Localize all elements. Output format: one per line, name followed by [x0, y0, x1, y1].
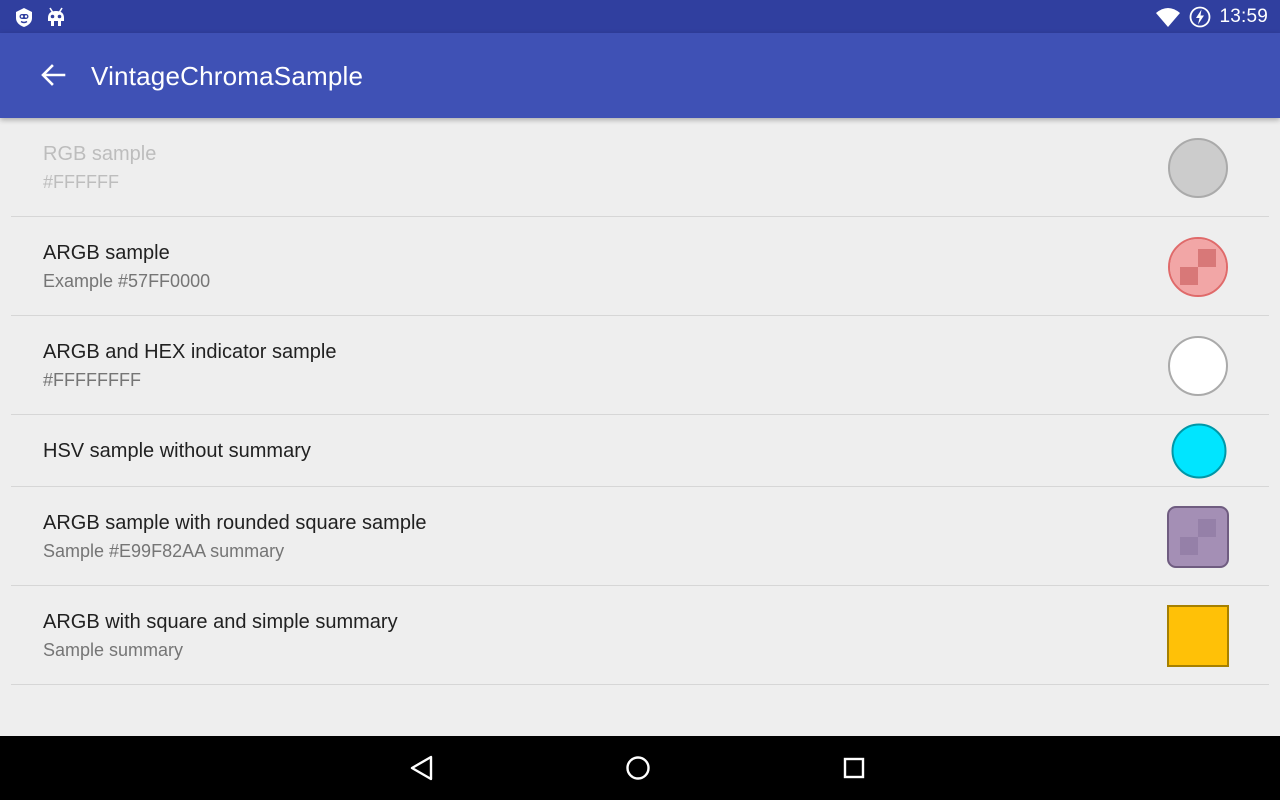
pref-rgb-sample[interactable]: RGB sample #FFFFFF: [11, 118, 1269, 217]
pref-title: ARGB sample: [43, 242, 170, 264]
status-bar: 13:59: [0, 0, 1280, 33]
back-button[interactable]: [30, 55, 78, 95]
pref-hsv-sample[interactable]: HSV sample without summary: [11, 415, 1269, 487]
app-bar: VintageChromaSample: [0, 33, 1280, 118]
color-swatch-circle[interactable]: [1171, 423, 1227, 479]
pref-summary: #FFFFFF: [43, 172, 119, 192]
pref-summary: #FFFFFFFF: [43, 370, 141, 390]
color-swatch-rounded-square[interactable]: [1167, 506, 1229, 568]
pref-argb-rounded-square-sample[interactable]: ARGB sample with rounded square sample S…: [11, 487, 1269, 586]
nav-home-icon[interactable]: [622, 752, 654, 784]
pref-title: ARGB with square and simple summary: [43, 611, 398, 633]
color-swatch-circle[interactable]: [1167, 236, 1229, 298]
page-title: VintageChromaSample: [91, 61, 364, 91]
wifi-icon: [1156, 8, 1180, 27]
pref-summary: Sample summary: [43, 640, 184, 660]
arrow-back-icon: [41, 64, 66, 86]
color-swatch-circle[interactable]: [1167, 335, 1229, 397]
notification-app-icon: [16, 8, 32, 27]
pref-title: RGB sample: [43, 143, 157, 165]
pref-title: HSV sample without summary: [43, 440, 311, 462]
android-debug-icon: [48, 7, 64, 26]
color-swatch-square[interactable]: [1167, 605, 1229, 667]
pref-argb-sample[interactable]: ARGB sample Example #57FF0000: [11, 217, 1269, 316]
pref-argb-hex-sample[interactable]: ARGB and HEX indicator sample #FFFFFFFF: [11, 316, 1269, 415]
color-swatch-circle[interactable]: [1167, 137, 1229, 199]
preference-list: RGB sample #FFFFFF ARGB sample Example #…: [0, 118, 1280, 685]
pref-summary: Sample #E99F82AA summary: [43, 541, 285, 561]
navigation-bar: [0, 736, 1280, 800]
nav-recents-icon[interactable]: [838, 752, 870, 784]
pref-title: ARGB and HEX indicator sample: [43, 341, 337, 363]
pref-title: ARGB sample with rounded square sample: [43, 512, 427, 534]
battery-charging-icon: [1189, 6, 1211, 28]
pref-argb-square-sample[interactable]: ARGB with square and simple summary Samp…: [11, 586, 1269, 685]
status-time: 13:59: [1219, 6, 1268, 27]
pref-summary: Example #57FF0000: [43, 271, 211, 291]
nav-back-icon[interactable]: [406, 752, 438, 784]
